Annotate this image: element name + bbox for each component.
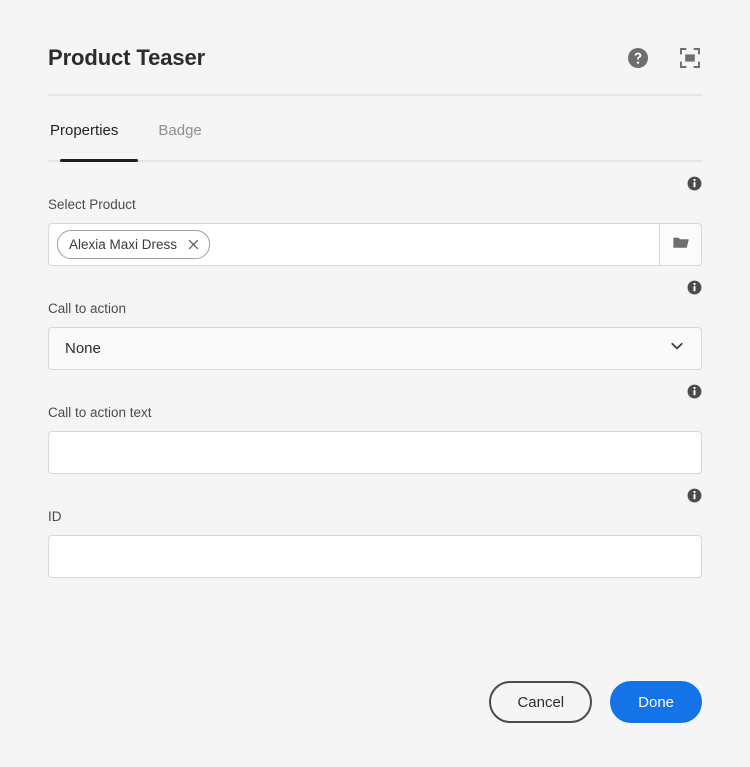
field-label-call-to-action-text: Call to action text xyxy=(48,404,702,422)
tabs-section: Properties Badge xyxy=(48,96,702,162)
field-select-product: Select Product Alexia Maxi Dress xyxy=(48,162,702,266)
tab-list: Properties Badge xyxy=(48,96,702,160)
info-row xyxy=(48,176,702,192)
id-input[interactable] xyxy=(48,535,702,578)
header-actions xyxy=(626,44,702,71)
product-teaser-dialog: Product Teaser xyxy=(0,0,750,767)
product-picker: Alexia Maxi Dress xyxy=(48,223,702,266)
info-icon[interactable] xyxy=(687,280,702,295)
folder-icon xyxy=(671,233,691,256)
info-row xyxy=(48,384,702,400)
chevron-down-icon xyxy=(669,338,685,359)
done-button[interactable]: Done xyxy=(610,681,702,723)
field-call-to-action-text: Call to action text xyxy=(48,370,702,474)
help-circle-icon xyxy=(627,47,649,72)
fullscreen-button[interactable] xyxy=(678,47,702,71)
dialog-header: Product Teaser xyxy=(0,0,750,72)
product-picker-field[interactable]: Alexia Maxi Dress xyxy=(48,223,659,266)
fullscreen-expand-icon xyxy=(679,47,701,72)
call-to-action-text-input[interactable] xyxy=(48,431,702,474)
field-call-to-action: Call to action None xyxy=(48,266,702,370)
info-row xyxy=(48,280,702,296)
info-icon[interactable] xyxy=(687,384,702,399)
tab-properties[interactable]: Properties xyxy=(48,121,120,141)
field-label-select-product: Select Product xyxy=(48,196,702,214)
properties-form: Select Product Alexia Maxi Dress xyxy=(0,162,750,681)
info-icon[interactable] xyxy=(687,488,702,503)
product-tag: Alexia Maxi Dress xyxy=(57,230,210,259)
call-to-action-selected-value: None xyxy=(65,340,669,357)
field-label-id: ID xyxy=(48,508,702,526)
tab-badge[interactable]: Badge xyxy=(156,121,203,141)
field-label-call-to-action: Call to action xyxy=(48,300,702,318)
field-id: ID xyxy=(48,474,702,578)
call-to-action-select[interactable]: None xyxy=(48,327,702,370)
cancel-button[interactable]: Cancel xyxy=(489,681,592,723)
page-title: Product Teaser xyxy=(48,44,205,72)
product-tag-label: Alexia Maxi Dress xyxy=(69,237,177,252)
browse-products-button[interactable] xyxy=(659,223,702,266)
dialog-footer: Cancel Done xyxy=(0,681,750,767)
info-row xyxy=(48,488,702,504)
help-button[interactable] xyxy=(626,47,650,71)
info-icon[interactable] xyxy=(687,176,702,191)
product-tag-remove-button[interactable] xyxy=(187,238,200,251)
